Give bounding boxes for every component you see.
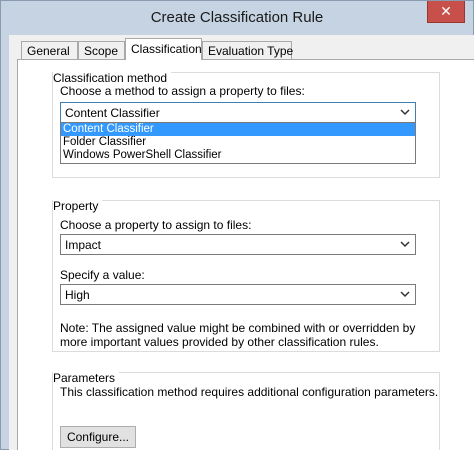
property-select-value: Impact xyxy=(65,238,102,252)
option-content-classifier[interactable]: Content Classifier xyxy=(61,123,415,136)
close-icon: ✕ xyxy=(440,3,452,19)
close-button[interactable]: ✕ xyxy=(427,1,465,23)
option-powershell-classifier[interactable]: Windows PowerShell Classifier xyxy=(61,149,415,162)
option-folder-classifier[interactable]: Folder Classifier xyxy=(61,136,415,149)
value-select[interactable]: High xyxy=(60,284,416,305)
property-note: Note: The assigned value might be combin… xyxy=(60,321,416,349)
property-choose-label: Choose a property to assign to files: xyxy=(60,218,252,232)
value-label: Specify a value: xyxy=(60,268,145,282)
chevron-down-icon xyxy=(400,291,410,298)
dialog-window: Create Classification Rule ✕ General Sco… xyxy=(0,0,474,450)
value-select-value: High xyxy=(65,288,90,302)
classification-method-dropdown-list: Content Classifier Folder Classifier Win… xyxy=(60,122,416,164)
classification-method-group-label: Classification method xyxy=(53,71,172,85)
configure-button[interactable]: Configure... xyxy=(60,426,136,448)
tab-classification[interactable]: Classification xyxy=(125,38,202,60)
chevron-down-icon xyxy=(400,109,410,116)
property-select[interactable]: Impact xyxy=(60,234,416,255)
method-prompt-label: Choose a method to assign a property to … xyxy=(60,84,305,98)
chevron-down-icon xyxy=(400,241,410,248)
property-group-label: Property xyxy=(53,199,103,213)
tab-general[interactable]: General xyxy=(21,41,78,59)
classification-method-value: Content Classifier xyxy=(65,106,160,120)
tab-scope[interactable]: Scope xyxy=(78,41,125,59)
parameters-description: This classification method requires addi… xyxy=(60,385,439,399)
window-title: Create Classification Rule xyxy=(150,9,324,26)
classification-method-select[interactable]: Content Classifier xyxy=(60,102,416,123)
dialog-client: General Scope Classification Evaluation … xyxy=(9,35,474,450)
classification-tab-panel: Classification method Choose a method to… xyxy=(17,59,474,450)
tab-evaluation-type[interactable]: Evaluation Type xyxy=(202,41,293,59)
title-bar: Create Classification Rule ✕ xyxy=(1,1,473,35)
parameters-group-label: Parameters xyxy=(53,371,120,385)
